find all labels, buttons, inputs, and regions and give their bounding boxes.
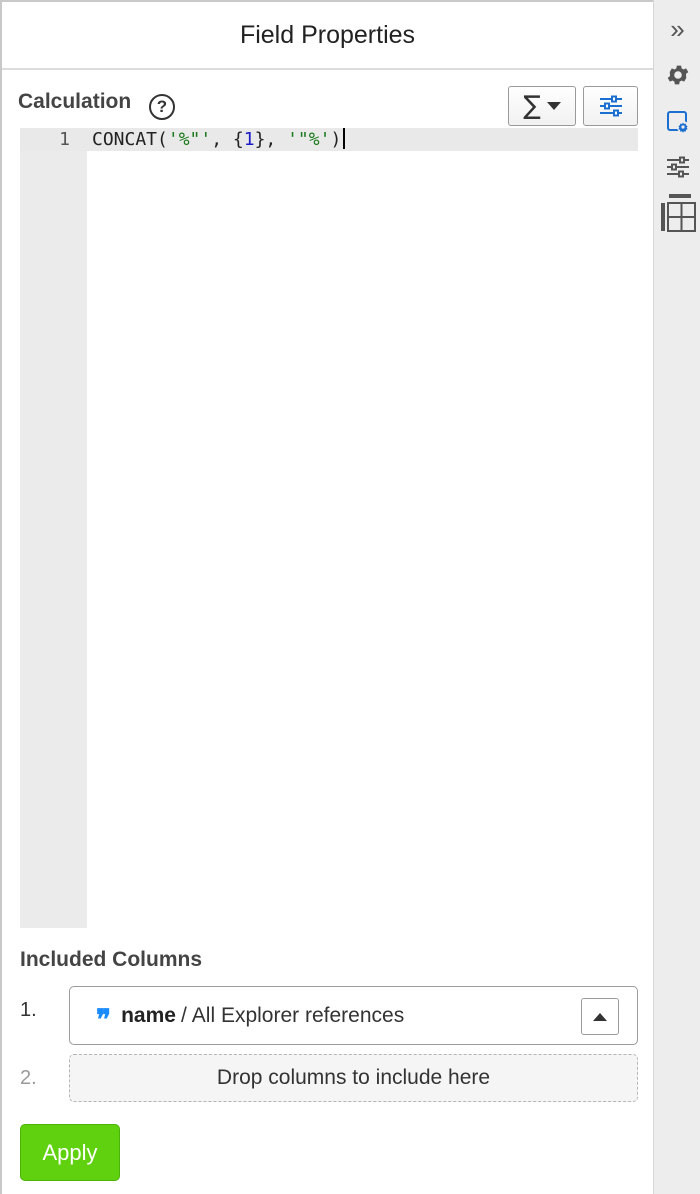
text-field-quote-icon: ❞ — [96, 1002, 112, 1036]
column-index-2: 2. — [20, 1067, 37, 1089]
column-separator: / — [180, 1003, 187, 1027]
line-gutter — [20, 128, 87, 928]
sliders-icon[interactable] — [654, 155, 700, 179]
table-layout-icon[interactable] — [654, 193, 700, 233]
column-index-1: 1. — [20, 999, 37, 1021]
gear-icon[interactable] — [654, 62, 700, 88]
chevron-down-icon — [546, 102, 561, 110]
code-line[interactable]: CONCAT('%"', {1}, '"%') — [92, 128, 346, 151]
code-close: ) — [330, 129, 342, 150]
sigma-icon: ∑ — [523, 91, 541, 121]
code-string-2: '"%' — [287, 129, 331, 150]
panel-header: Field Properties — [2, 2, 653, 70]
side-rail: » — [653, 0, 700, 1194]
collapse-column-button[interactable] — [581, 998, 619, 1035]
code-func: CONCAT( — [92, 129, 168, 150]
included-columns-title: Included Columns — [20, 948, 203, 971]
column-drop-zone[interactable]: Drop columns to include here — [69, 1054, 638, 1102]
text-cursor — [343, 128, 346, 149]
field-properties-panel: Field Properties Calculation ? ∑ 1 CONCA… — [0, 0, 653, 1194]
help-icon[interactable]: ? — [149, 94, 175, 120]
calculation-toolbar: Calculation ? ∑ — [18, 86, 638, 128]
apply-button[interactable]: Apply — [20, 1124, 120, 1181]
line-number: 1 — [59, 129, 70, 150]
field-settings-icon[interactable] — [654, 108, 700, 136]
formula-editor[interactable]: 1 CONCAT('%"', {1}, '"%') — [20, 128, 638, 928]
included-column-item[interactable]: ❞ name / All Explorer references — [69, 986, 638, 1045]
formula-options-button[interactable] — [583, 86, 638, 126]
chevron-up-icon — [593, 1012, 607, 1021]
code-sep-1: , { — [211, 129, 244, 150]
column-name: name — [121, 1003, 176, 1027]
code-string-1: '%"' — [167, 129, 212, 150]
panel-title: Field Properties — [239, 20, 416, 49]
code-number: 1 — [243, 129, 255, 150]
column-reference: All Explorer references — [191, 1003, 405, 1027]
sliders-icon — [599, 95, 622, 117]
expand-icon[interactable]: » — [654, 14, 700, 44]
calculation-label: Calculation — [18, 90, 132, 113]
function-menu-button[interactable]: ∑ — [508, 86, 576, 126]
code-sep-2: }, — [254, 129, 288, 150]
